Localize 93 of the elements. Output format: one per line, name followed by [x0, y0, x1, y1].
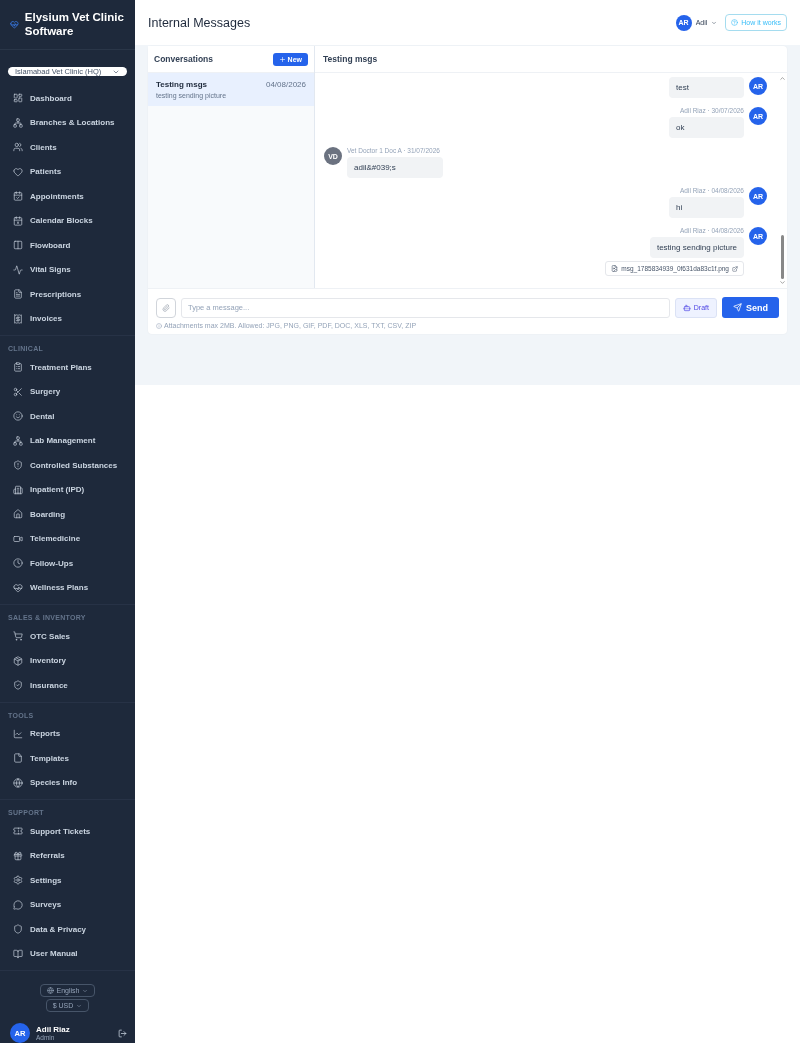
clock-icon [13, 558, 23, 569]
nav-item[interactable]: Clients [0, 135, 135, 160]
nav-item[interactable]: Wellness Plans [0, 575, 135, 600]
nav-item[interactable]: Branches & Locations [0, 110, 135, 135]
shield-icon [13, 924, 23, 935]
smile-icon [13, 411, 23, 422]
nav-item[interactable]: Reports [0, 721, 135, 746]
nav-item[interactable]: Telemedicine [0, 526, 135, 551]
nav-item[interactable]: Vital Signs [0, 257, 135, 282]
nav-item[interactable]: Support Tickets [0, 819, 135, 844]
document-icon [13, 289, 23, 300]
heart-icon [13, 166, 23, 177]
nav-item[interactable]: Boarding [0, 502, 135, 527]
nav-item[interactable]: Calendar Blocks [0, 208, 135, 233]
paperclip-icon [162, 303, 170, 312]
nav-item[interactable]: Data & Privacy [0, 917, 135, 942]
caret-icon [711, 19, 718, 26]
nav-item[interactable]: User Manual [0, 941, 135, 966]
page-title: Internal Messages [148, 15, 251, 30]
scissors-icon [13, 386, 23, 397]
send-button[interactable]: Send [722, 297, 779, 318]
nav-item[interactable]: Inventory [0, 648, 135, 673]
external-link-icon [732, 265, 738, 272]
nav-item[interactable]: Templates [0, 746, 135, 771]
dashboard-icon [13, 93, 23, 104]
hierarchy-icon [13, 435, 23, 446]
nav-item[interactable]: OTC Sales [0, 624, 135, 649]
file-icon [611, 265, 619, 272]
nav-item[interactable]: Treatment Plans [0, 355, 135, 380]
calendar-icon [13, 191, 23, 202]
info-icon [156, 322, 162, 329]
nav-item[interactable]: Dental [0, 404, 135, 429]
logout-icon[interactable] [118, 1028, 127, 1038]
users-icon [13, 142, 23, 153]
nav-item[interactable]: Species Info [0, 770, 135, 795]
pulse-icon [13, 264, 23, 275]
nav-item[interactable]: Referrals [0, 843, 135, 868]
settings-icon [13, 875, 23, 886]
nav-item[interactable]: Insurance [0, 673, 135, 698]
nav-item[interactable]: Follow-Ups [0, 551, 135, 576]
conversation-title: Testing msgs [156, 80, 208, 89]
nav-item[interactable]: Settings [0, 868, 135, 893]
book-icon [13, 948, 23, 959]
document-icon [13, 753, 23, 764]
chat-icon [13, 899, 23, 910]
shield-icon [13, 460, 23, 471]
nav-item[interactable]: Appointments [0, 184, 135, 209]
ticket-icon [13, 826, 23, 837]
gift-icon [13, 850, 23, 861]
hierarchy-icon [13, 117, 23, 128]
message-bubble: testing sending picture [649, 237, 744, 258]
scroll-down-icon[interactable] [778, 279, 786, 286]
calendar-icon [13, 215, 23, 226]
globe-icon [46, 987, 54, 994]
heart-pulse-icon [13, 582, 23, 593]
nav-item[interactable]: Patients [0, 159, 135, 184]
nav-item[interactable]: Inpatient (IPD) [0, 477, 135, 502]
pane-title: Conversations [154, 54, 214, 64]
nav-item[interactable]: Lab Management [0, 428, 135, 453]
user-name: Adil Riaz [36, 1025, 71, 1034]
line-chart-icon [13, 728, 23, 739]
caret-icon [82, 987, 89, 994]
box-icon [13, 655, 23, 666]
message-bubble: test [669, 77, 744, 98]
nav-item[interactable]: Controlled Substances [0, 453, 135, 478]
app-name: Elysium Vet Clinic Software [24, 10, 125, 38]
caret-icon [76, 1002, 83, 1009]
conversation-date: 04/08/2026 [265, 80, 306, 89]
clipboard-icon [13, 362, 23, 373]
columns-icon [13, 240, 23, 251]
house-icon [13, 509, 23, 520]
plus-icon [278, 55, 286, 63]
receipt-icon [13, 313, 23, 324]
message-bubble: adil&#039;s [347, 157, 443, 178]
send-icon [733, 303, 742, 312]
cart-icon [13, 631, 23, 642]
robot-icon [682, 303, 691, 312]
nav-item[interactable]: Invoices [0, 306, 135, 331]
chat-title: Testing msgs [315, 46, 787, 73]
attach-button[interactable] [156, 297, 176, 318]
nav-item[interactable]: Flowboard [0, 233, 135, 258]
nav-item[interactable]: Prescriptions [0, 282, 135, 307]
globe-icon [13, 777, 23, 788]
scroll-up-icon[interactable] [778, 75, 786, 82]
message-bubble: hi [669, 197, 744, 218]
message-bubble: ok [669, 117, 744, 138]
shield-check-icon [13, 680, 23, 691]
building-icon [13, 484, 23, 495]
video-icon [13, 533, 23, 544]
nav-item[interactable]: Surgery [0, 379, 135, 404]
nav-item[interactable]: Surveys [0, 892, 135, 917]
nav-item[interactable]: Dashboard [0, 86, 135, 111]
help-icon [731, 19, 739, 26]
